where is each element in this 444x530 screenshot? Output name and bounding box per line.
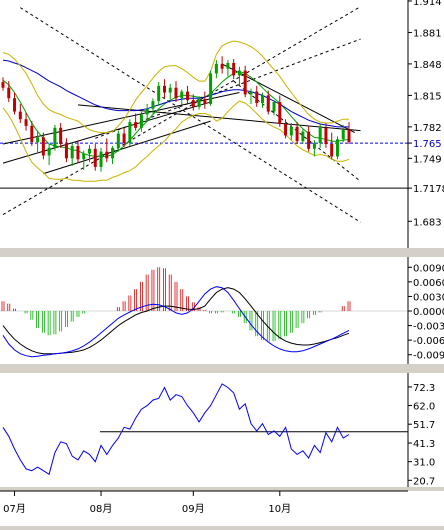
candle-body-up — [289, 126, 293, 136]
candle-body-up — [36, 137, 40, 143]
price-tick-label: 1.881 — [413, 28, 442, 39]
candle-body-down — [278, 102, 282, 124]
candle-body-down — [162, 85, 166, 93]
chart-window: 1.683 1.7178 1.749 1.765 1.782 1.815 1.848 1.88… — [0, 0, 444, 526]
candle-body-up — [197, 99, 201, 107]
price-tick-label: 1.848 — [413, 60, 442, 71]
candle-body-down — [307, 131, 311, 149]
candle-body-up — [226, 62, 230, 69]
candle-body-up — [139, 114, 143, 128]
candle-body-up — [168, 87, 172, 93]
candle-body-down — [134, 122, 138, 128]
candle — [128, 119, 132, 146]
chart-canvas[interactable]: 1.683 1.7178 1.749 1.765 1.782 1.815 1.848 1.88… — [0, 0, 444, 526]
price-tick-label: 1.782 — [413, 123, 442, 134]
price-tick-label: 1.683 — [413, 217, 442, 228]
candle-body-down — [266, 95, 270, 112]
candle-body-down — [295, 126, 299, 142]
candle-body-up — [249, 91, 253, 95]
candle-body-down — [191, 100, 195, 107]
candle-body-down — [93, 148, 97, 167]
candle-body-up — [128, 122, 132, 144]
candle-body-up — [214, 63, 218, 74]
candle-body-down — [255, 91, 259, 104]
time-axis: 07月 08月 09月 10月 — [0, 490, 444, 526]
candle-body-down — [220, 63, 224, 69]
osc-tick-label: 31.0 — [413, 458, 435, 469]
candle-body-down — [330, 144, 334, 157]
candle-body-up — [82, 153, 86, 160]
candle-body-up — [341, 129, 345, 140]
candle-body-down — [347, 129, 351, 143]
candle-body-up — [335, 139, 339, 157]
macd-tick-label: 0.0060 — [413, 278, 444, 289]
time-tick-label: 07月 — [3, 503, 26, 515]
candle-body-down — [243, 70, 247, 95]
candle-body-down — [122, 133, 126, 144]
candle-body-down — [232, 62, 236, 76]
candle-body-down — [186, 91, 190, 101]
candle-body-down — [76, 145, 80, 160]
candle-body-up — [145, 108, 149, 115]
osc-tick-label: 20.7 — [413, 476, 435, 487]
osc-tick-label: 62.0 — [413, 402, 435, 413]
candle-body-up — [209, 73, 213, 104]
macd-tick-label: 0.0030 — [413, 292, 444, 303]
candle-body-down — [105, 151, 109, 159]
osc-tick-label: 51.7 — [413, 420, 435, 431]
candle-body-down — [24, 119, 28, 126]
price-panel[interactable]: 1.683 1.7178 1.749 1.765 1.782 1.815 1.848 1.88… — [0, 0, 444, 248]
macd-panel[interactable]: 0.0090 0.0060 0.0030 0.0000 -0.003 -0.006 -0.0… — [0, 257, 444, 364]
candle-body-up — [157, 85, 161, 102]
candle-body-down — [174, 87, 178, 99]
candle-body-down — [203, 99, 207, 104]
price-tick-label: 1.749 — [413, 154, 442, 165]
candle-body-down — [18, 111, 22, 120]
candle-body-down — [41, 137, 45, 156]
time-tick-label: 10月 — [268, 503, 291, 515]
time-tick-label: 09月 — [182, 503, 205, 515]
osc-plot-area — [0, 373, 408, 487]
candle-body-up — [151, 101, 155, 109]
candle-body-up — [53, 127, 57, 148]
candle-body-down — [59, 127, 63, 145]
macd-tick-label: 0.0000 — [413, 307, 444, 318]
time-tick-label: 08月 — [90, 503, 113, 515]
candle-body-up — [318, 127, 322, 144]
macd-tick-label: -0.003 — [413, 322, 444, 333]
osc-tick-label: 41.3 — [413, 439, 435, 450]
candle — [209, 70, 213, 106]
candle-body-down — [13, 98, 17, 112]
candle-body-down — [1, 82, 5, 88]
candle-body-up — [47, 147, 51, 156]
candle — [335, 136, 339, 160]
candle-body-down — [64, 144, 68, 159]
candle-body-up — [272, 102, 276, 112]
current-price-label: 1.765 — [413, 139, 442, 150]
candle-body-up — [70, 145, 74, 159]
candle-body-up — [237, 70, 241, 76]
candle-body-up — [99, 151, 103, 167]
candle — [53, 124, 57, 151]
candle-body-up — [261, 95, 264, 104]
candle-body-down — [30, 125, 34, 143]
price-tick-label: 1.815 — [413, 91, 442, 102]
oscillator-panel[interactable]: 72.3 62.0 51.7 41.3 31.0 20.7 — [0, 373, 444, 487]
macd-tick-label: -0.006 — [413, 336, 444, 347]
macd-tick-label: 0.0090 — [413, 263, 444, 274]
candle-body-up — [180, 91, 184, 99]
time-axis-area — [0, 491, 444, 526]
candle-body-down — [7, 87, 11, 99]
candle-body-down — [284, 124, 288, 136]
candle-body-up — [116, 133, 120, 148]
osc-tick-label: 72.3 — [413, 383, 435, 394]
candle-body-up — [88, 148, 91, 154]
candle-body-down — [324, 127, 328, 145]
candle-body-up — [301, 131, 305, 142]
candle-body-up — [111, 147, 115, 159]
candle-body-up — [312, 143, 316, 149]
macd-tick-label: -0.009 — [413, 351, 444, 362]
price-tick-label: 1.7178 — [413, 184, 444, 195]
price-tick-label: 1.914 — [413, 0, 442, 8]
